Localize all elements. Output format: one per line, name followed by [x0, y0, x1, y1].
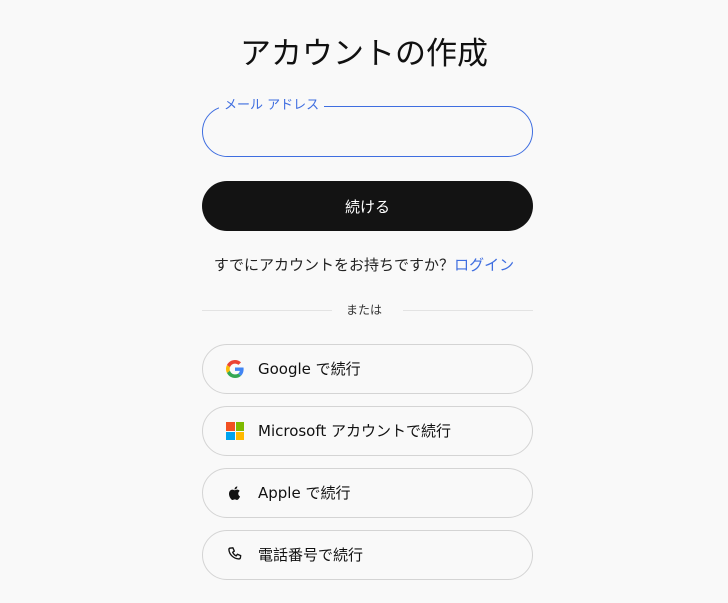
microsoft-button-label: Microsoft アカウントで続行	[258, 422, 452, 440]
login-prompt-text: すでにアカウントをお持ちですか？	[213, 256, 455, 274]
divider-text: または	[345, 303, 382, 317]
google-button-label: Google で続行	[258, 360, 361, 378]
phone-continue-button[interactable]: 電話番号で続行	[202, 530, 533, 580]
microsoft-icon	[226, 422, 244, 440]
google-icon	[226, 360, 244, 378]
login-prompt: すでにアカウントをお持ちですか？ログイン	[0, 255, 728, 275]
divider-line-right	[403, 310, 533, 311]
phone-icon	[228, 547, 242, 560]
phone-button-label: 電話番号で続行	[258, 546, 364, 564]
microsoft-continue-button[interactable]: Microsoft アカウントで続行	[202, 406, 533, 456]
email-input[interactable]	[223, 119, 517, 145]
email-field[interactable]: メール アドレス	[202, 98, 533, 157]
continue-button[interactable]: 続ける	[202, 181, 533, 231]
page-title: アカウントの作成	[240, 36, 488, 72]
login-link[interactable]: ログイン	[454, 256, 514, 274]
apple-button-label: Apple で続行	[258, 484, 351, 502]
apple-continue-button[interactable]: Apple で続行	[202, 468, 533, 518]
apple-icon	[229, 486, 241, 500]
email-field-label: メール アドレス	[219, 98, 325, 114]
google-continue-button[interactable]: Google で続行	[202, 344, 533, 394]
